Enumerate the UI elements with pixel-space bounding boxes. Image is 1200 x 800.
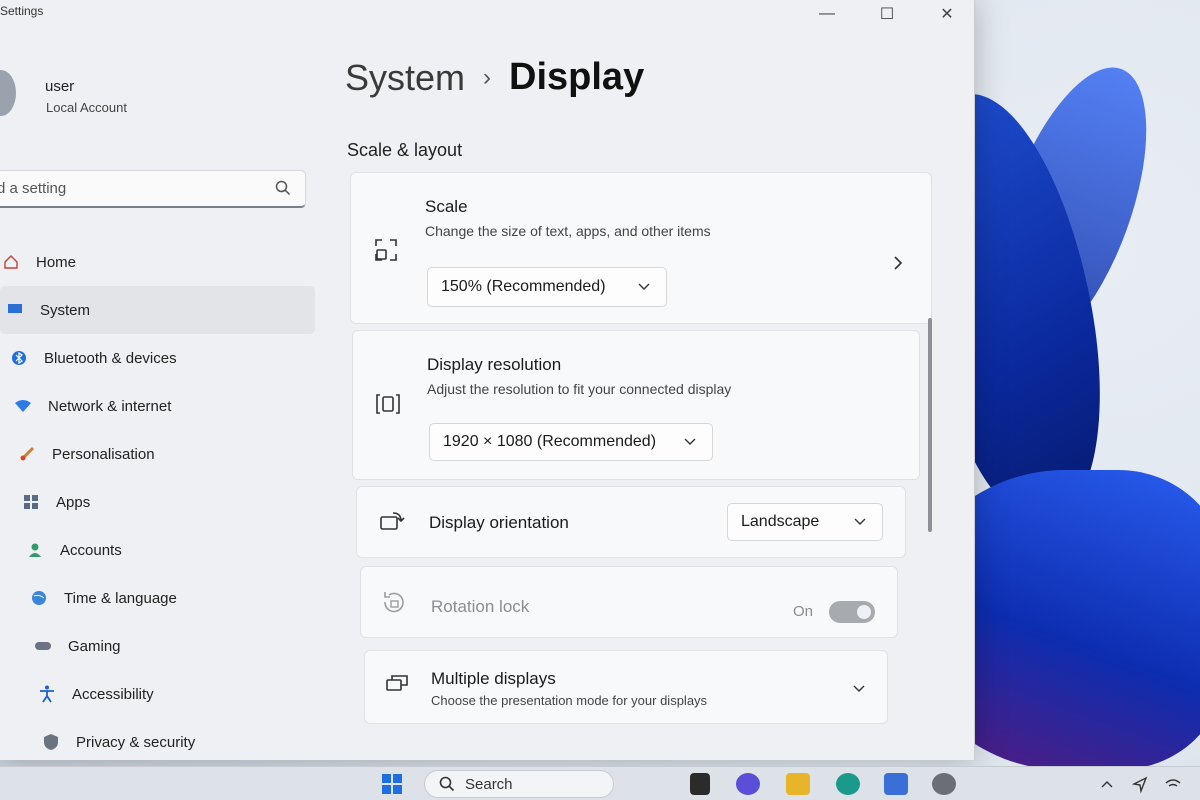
windows-start-icon[interactable]	[380, 773, 404, 795]
resolution-dropdown[interactable]: 1920 × 1080 (Recommended)	[429, 423, 713, 461]
sidebar-item-network[interactable]: Network & internet	[0, 382, 315, 430]
settings-gear-icon[interactable]	[932, 773, 956, 795]
section-title: Scale & layout	[347, 140, 463, 160]
location-icon	[1132, 776, 1148, 794]
orientation-title: Display orientation	[429, 513, 569, 532]
search-icon	[439, 776, 455, 792]
sidebar-item-label: Accounts	[60, 541, 122, 559]
taskbar-search-label: Search	[465, 775, 513, 793]
sidebar-item-label: System	[40, 301, 91, 319]
display-resolution-card: Display resolution Adjust the resolution…	[352, 330, 920, 480]
sidebar-item-label: Gaming	[68, 637, 121, 655]
avatar[interactable]	[0, 70, 16, 116]
wifi-icon[interactable]	[1164, 773, 1182, 795]
sidebar-item-bluetooth-devices[interactable]: Bluetooth & devices	[0, 334, 315, 382]
accessibility-icon	[36, 683, 58, 705]
resolution-dropdown-value: 1920 × 1080 (Recommended)	[443, 433, 657, 450]
orientation-dropdown[interactable]: Landscape	[727, 503, 883, 541]
rotation-lock-state-label: On	[793, 603, 814, 620]
sidebar-item-label: Time & language	[64, 589, 177, 607]
apps-icon	[20, 491, 42, 513]
sidebar-item-label: Bluetooth & devices	[44, 349, 177, 367]
sidebar-item-label: Privacy & security	[76, 733, 196, 751]
breadcrumb-parent[interactable]: System	[345, 57, 465, 99]
orientation-dropdown-value: Landscape	[741, 513, 820, 530]
scale-dropdown[interactable]: 150% (Recommended)	[427, 267, 667, 307]
chevron-down-icon[interactable]	[853, 685, 865, 693]
file-explorer-icon[interactable]	[786, 773, 810, 795]
sidebar-item-label: Home	[36, 253, 77, 271]
brush-icon	[16, 443, 38, 465]
resolution-description: Adjust the resolution to fit your connec…	[427, 381, 732, 397]
home-icon	[0, 251, 22, 273]
search-box[interactable]	[0, 170, 306, 208]
sidebar-item-label: Accessibility	[72, 685, 154, 703]
scale-title: Scale	[425, 197, 468, 216]
chevron-down-icon	[854, 518, 866, 525]
rotation-lock-icon	[384, 592, 404, 613]
sidebar-item-system[interactable]: System	[0, 286, 315, 334]
scale-dropdown-value: 150% (Recommended)	[441, 278, 606, 295]
display-orientation-card: Display orientation Landscape	[356, 486, 906, 558]
orientation-icon	[380, 512, 405, 530]
multiple-displays-description: Choose the presentation mode for your di…	[431, 693, 708, 708]
sidebar-item-time-language[interactable]: Time & language	[0, 574, 315, 622]
app-title: Settings	[0, 4, 44, 18]
scrollbar[interactable]	[928, 318, 932, 532]
globe-icon	[28, 587, 50, 609]
toggle-knob	[857, 605, 871, 619]
gamepad-icon	[32, 635, 54, 657]
sidebar-item-home[interactable]: Home	[0, 238, 315, 286]
sidebar-item-privacy-security[interactable]: Privacy & security	[0, 718, 315, 766]
rotation-lock-title: Rotation lock	[431, 597, 530, 616]
rotation-lock-toggle[interactable]	[829, 601, 875, 623]
sidebar-item-label: Apps	[56, 493, 91, 511]
search-icon[interactable]	[275, 180, 291, 196]
shield-icon	[40, 731, 62, 753]
task-view-icon[interactable]	[690, 773, 710, 795]
resolution-icon	[376, 394, 400, 414]
network-icon	[12, 395, 34, 417]
sidebar-item-personalisation[interactable]: Personalisation	[0, 430, 315, 478]
settings-window: Settings — ☐ ✕ user Local Account Home S…	[0, 0, 975, 760]
sidebar-item-accounts[interactable]: Accounts	[0, 526, 315, 574]
maximize-button[interactable]: ☐	[865, 0, 909, 28]
person-icon	[24, 539, 46, 561]
breadcrumb: System › Display	[345, 56, 644, 99]
bluetooth-icon	[8, 347, 30, 369]
scale-description: Change the size of text, apps, and other…	[425, 223, 711, 239]
rotation-lock-card: Rotation lock On	[360, 566, 898, 638]
search-input[interactable]	[0, 180, 257, 197]
sidebar-nav: Home System Bluetooth & devices Network …	[0, 238, 315, 766]
breadcrumb-separator: ›	[483, 63, 492, 91]
title-bar: Settings — ☐ ✕	[0, 0, 974, 28]
chevron-down-icon	[684, 438, 696, 445]
close-button[interactable]: ✕	[925, 0, 969, 28]
store-icon[interactable]	[884, 773, 908, 795]
taskbar-search[interactable]: Search	[424, 770, 614, 798]
sidebar-item-label: Personalisation	[52, 445, 155, 463]
sidebar-item-label: Network & internet	[48, 397, 172, 415]
chat-icon[interactable]	[736, 773, 760, 795]
sidebar-item-apps[interactable]: Apps	[0, 478, 315, 526]
system-icon	[4, 299, 26, 321]
scale-icon	[375, 239, 397, 261]
page-title: Display	[509, 56, 645, 98]
chevron-down-icon	[638, 283, 650, 290]
resolution-title: Display resolution	[427, 355, 562, 374]
sidebar-item-accessibility[interactable]: Accessibility	[0, 670, 315, 718]
edge-icon[interactable]	[836, 773, 860, 795]
user-account-type: Local Account	[46, 100, 127, 115]
multiple-displays-card[interactable]: Multiple displays Choose the presentatio…	[364, 650, 888, 724]
user-name: user	[45, 78, 75, 95]
multiple-displays-title: Multiple displays	[431, 669, 556, 688]
multiple-displays-icon	[386, 675, 408, 691]
minimize-button[interactable]: —	[805, 0, 849, 28]
chevron-up-icon[interactable]	[1100, 773, 1114, 795]
sidebar-item-gaming[interactable]: Gaming	[0, 622, 315, 670]
scale-card[interactable]: Scale Change the size of text, apps, and…	[350, 172, 932, 324]
chevron-right-icon[interactable]	[893, 255, 903, 271]
taskbar: Search	[0, 766, 1200, 800]
